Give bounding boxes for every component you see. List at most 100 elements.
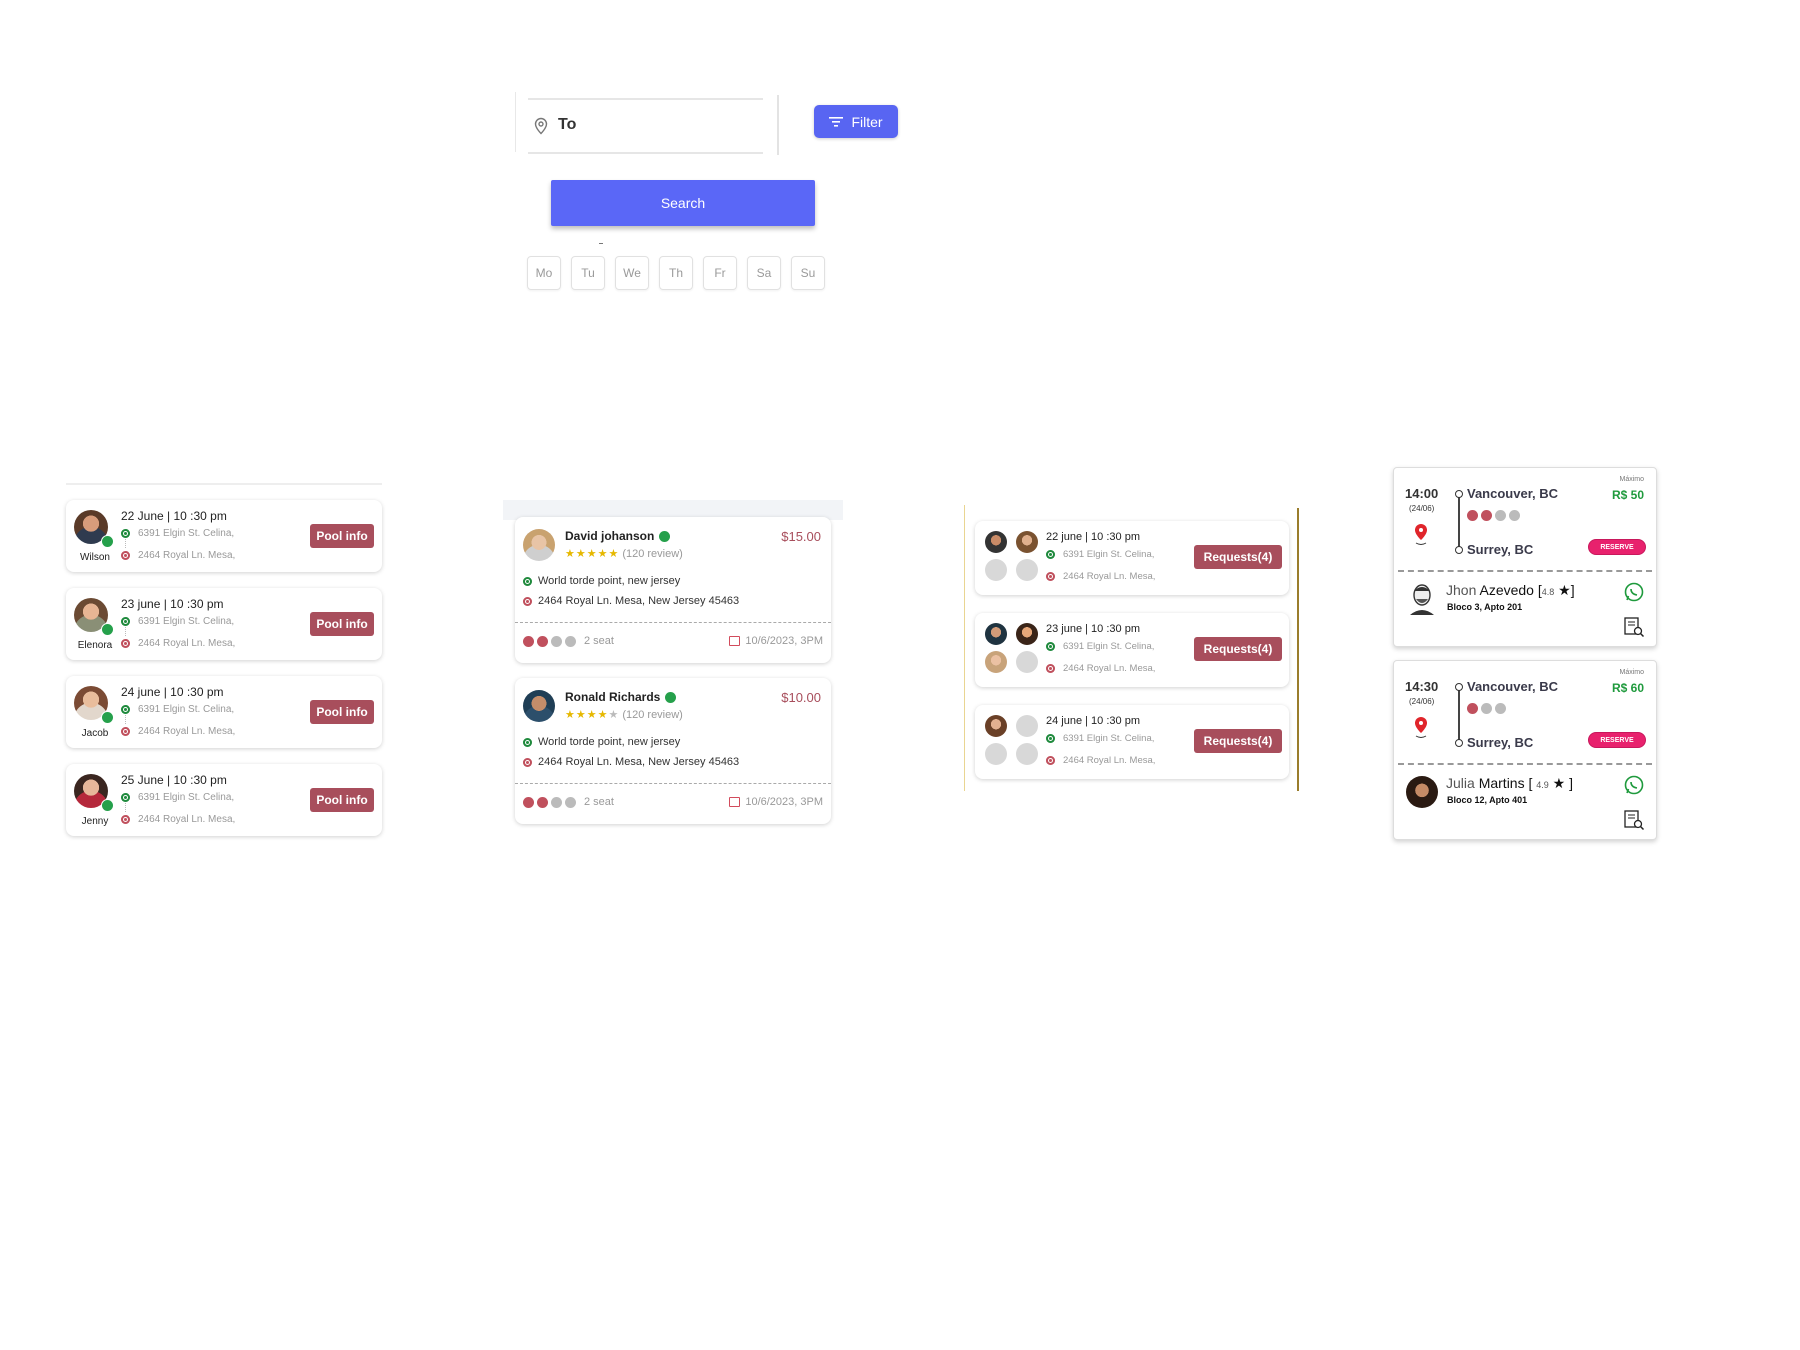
- day-th[interactable]: Th: [659, 256, 693, 290]
- pool-card[interactable]: Jacob 24 june | 10 :30 pm 6391 Elgin St.…: [66, 676, 382, 748]
- weekday-selector: Mo Tu We Th Fr Sa Su: [527, 256, 825, 290]
- requests-button[interactable]: Requests(4): [1194, 637, 1282, 661]
- destination-dot-icon: [1455, 739, 1463, 747]
- pool-card[interactable]: Jenny 25 June | 10 :30 pm 6391 Elgin St.…: [66, 764, 382, 836]
- passenger-name: Wilson: [79, 552, 110, 563]
- trip-price: R$ 60: [1611, 681, 1644, 695]
- dropoff-dot-icon: [121, 815, 130, 824]
- requests-button[interactable]: Requests(4): [1194, 545, 1282, 569]
- pool-info-button[interactable]: Pool info: [310, 524, 374, 548]
- route-connector: [125, 715, 127, 724]
- verified-icon: [101, 623, 114, 636]
- dropoff-dot-icon: [1046, 572, 1055, 581]
- seat-count: 2 seat: [584, 635, 614, 647]
- seat-taken-icon: [1467, 703, 1478, 714]
- filter-button[interactable]: Filter: [814, 105, 898, 138]
- seat-taken-icon: [1467, 510, 1478, 521]
- pickup-address: 6391 Elgin St. Celina,: [138, 616, 235, 627]
- seat-free-icon: [565, 796, 576, 808]
- document-search-icon[interactable]: [1623, 809, 1645, 831]
- dropoff-dot-icon: [1046, 756, 1055, 765]
- departure-time: 14:00: [1405, 486, 1439, 501]
- document-search-icon[interactable]: [1623, 616, 1645, 638]
- driver-name: Julia Martins [ 4.9 ★ ]: [1446, 775, 1574, 791]
- pickup-address: 6391 Elgin St. Celina,: [1063, 733, 1155, 744]
- dropoff-row: 2464 Royal Ln. Mesa,: [1046, 755, 1155, 766]
- pickup-address: 6391 Elgin St. Celina,: [1063, 641, 1155, 652]
- pool-card[interactable]: Elenora 23 june | 10 :30 pm 6391 Elgin S…: [66, 588, 382, 660]
- ride-date-text: 10/6/2023, 3PM: [745, 635, 823, 647]
- pool-info-button[interactable]: Pool info: [310, 700, 374, 724]
- day-su[interactable]: Su: [791, 256, 825, 290]
- verified-icon: [101, 535, 114, 548]
- route-line: [1458, 687, 1460, 743]
- reserve-button[interactable]: RESERVE: [1588, 539, 1646, 555]
- dropoff-address: 2464 Royal Ln. Mesa,: [1063, 755, 1156, 766]
- seat-taken-icon: [523, 635, 534, 647]
- route-connector: [125, 627, 127, 636]
- seat-row: 2 seat: [523, 796, 614, 808]
- ride-offer-card[interactable]: David johanson $15.00 ★★★★★ (120 review) …: [515, 517, 831, 663]
- pool-card[interactable]: Wilson 22 June | 10 :30 pm 6391 Elgin St…: [66, 500, 382, 572]
- empty-seat-icon: [1016, 715, 1038, 737]
- passenger-name: Jenny: [81, 816, 109, 827]
- filter-label: Filter: [851, 113, 883, 130]
- dropoff-row: 2464 Royal Ln. Mesa,: [1046, 663, 1155, 674]
- driver-name: Ronald Richards: [565, 690, 661, 704]
- pickup-row: 6391 Elgin St. Celina,: [121, 792, 234, 803]
- location-pin-icon: [534, 117, 548, 135]
- pickup-row: 6391 Elgin St. Celina,: [1046, 733, 1154, 744]
- day-fr[interactable]: Fr: [703, 256, 737, 290]
- trip-card[interactable]: 14:00 (24/06) Vancouver, BC Surrey, BC M…: [1393, 467, 1657, 647]
- dropoff-row: 2464 Royal Ln. Mesa,: [121, 638, 235, 649]
- star-icon: ★: [1552, 775, 1566, 791]
- seat-taken-icon: [523, 796, 534, 808]
- request-card[interactable]: 23 june | 10 :30 pm 6391 Elgin St. Celin…: [975, 613, 1289, 687]
- seat-free-icon: [1481, 703, 1492, 714]
- dropoff-row: 2464 Royal Ln. Mesa,: [121, 726, 235, 737]
- origin-dot-icon: [1455, 683, 1463, 691]
- requests-button[interactable]: Requests(4): [1194, 729, 1282, 753]
- pickup-dot-icon: [121, 617, 130, 626]
- pickup-dot-icon: [1046, 642, 1055, 651]
- origin-city: Vancouver, BC: [1467, 486, 1559, 501]
- search-button[interactable]: Search: [551, 180, 815, 226]
- destination-dot-icon: [1455, 546, 1463, 554]
- driver-rating: 4.8: [1541, 587, 1555, 597]
- ride-offer-card[interactable]: Ronald Richards $10.00 ★★★★★ (120 review)…: [515, 678, 831, 824]
- day-mo[interactable]: Mo: [527, 256, 561, 290]
- driver-first-name: Jhon: [1446, 582, 1480, 598]
- passenger-avatar: [985, 715, 1007, 737]
- destination-city: Surrey, BC: [1467, 735, 1534, 750]
- seat-count: 2 seat: [584, 796, 614, 808]
- trip-date: 23 june | 10 :30 pm: [121, 597, 224, 611]
- dropoff-address: 2464 Royal Ln. Mesa,: [1063, 571, 1156, 582]
- pickup-dot-icon: [1046, 734, 1055, 743]
- dropoff-row: 2464 Royal Ln. Mesa,: [121, 550, 235, 561]
- pickup-address: 6391 Elgin St. Celina,: [138, 704, 235, 715]
- whatsapp-icon[interactable]: [1623, 774, 1645, 796]
- pickup-dot-icon: [121, 529, 130, 538]
- pickup-dot-icon: [523, 576, 532, 586]
- dropoff-address: 2464 Royal Ln. Mesa,: [138, 726, 236, 737]
- reserve-button[interactable]: RESERVE: [1588, 732, 1646, 748]
- dashed-divider: [1398, 570, 1652, 572]
- dropoff-dot-icon: [1046, 664, 1055, 673]
- dropoff-address: 2464 Royal Ln. Mesa,: [138, 550, 236, 561]
- whatsapp-icon[interactable]: [1623, 581, 1645, 603]
- pool-info-button[interactable]: Pool info: [310, 788, 374, 812]
- pool-info-button[interactable]: Pool info: [310, 612, 374, 636]
- dropoff-row: 2464 Royal Ln. Mesa,: [121, 814, 235, 825]
- request-card[interactable]: 22 june | 10 :30 pm 6391 Elgin St. Celin…: [975, 521, 1289, 595]
- seat-free-icon: [1509, 510, 1520, 521]
- verified-icon: [101, 799, 114, 812]
- trip-card[interactable]: 14:30 (24/06) Vancouver, BC Surrey, BC M…: [1393, 660, 1657, 840]
- driver-avatar: [1410, 584, 1434, 615]
- request-card[interactable]: 24 june | 10 :30 pm 6391 Elgin St. Celin…: [975, 705, 1289, 779]
- day-sa[interactable]: Sa: [747, 256, 781, 290]
- dashed-divider: [515, 622, 831, 623]
- day-we[interactable]: We: [615, 256, 649, 290]
- day-tu[interactable]: Tu: [571, 256, 605, 290]
- pickup-address: 6391 Elgin St. Celina,: [138, 792, 235, 803]
- to-field[interactable]: To: [528, 98, 763, 154]
